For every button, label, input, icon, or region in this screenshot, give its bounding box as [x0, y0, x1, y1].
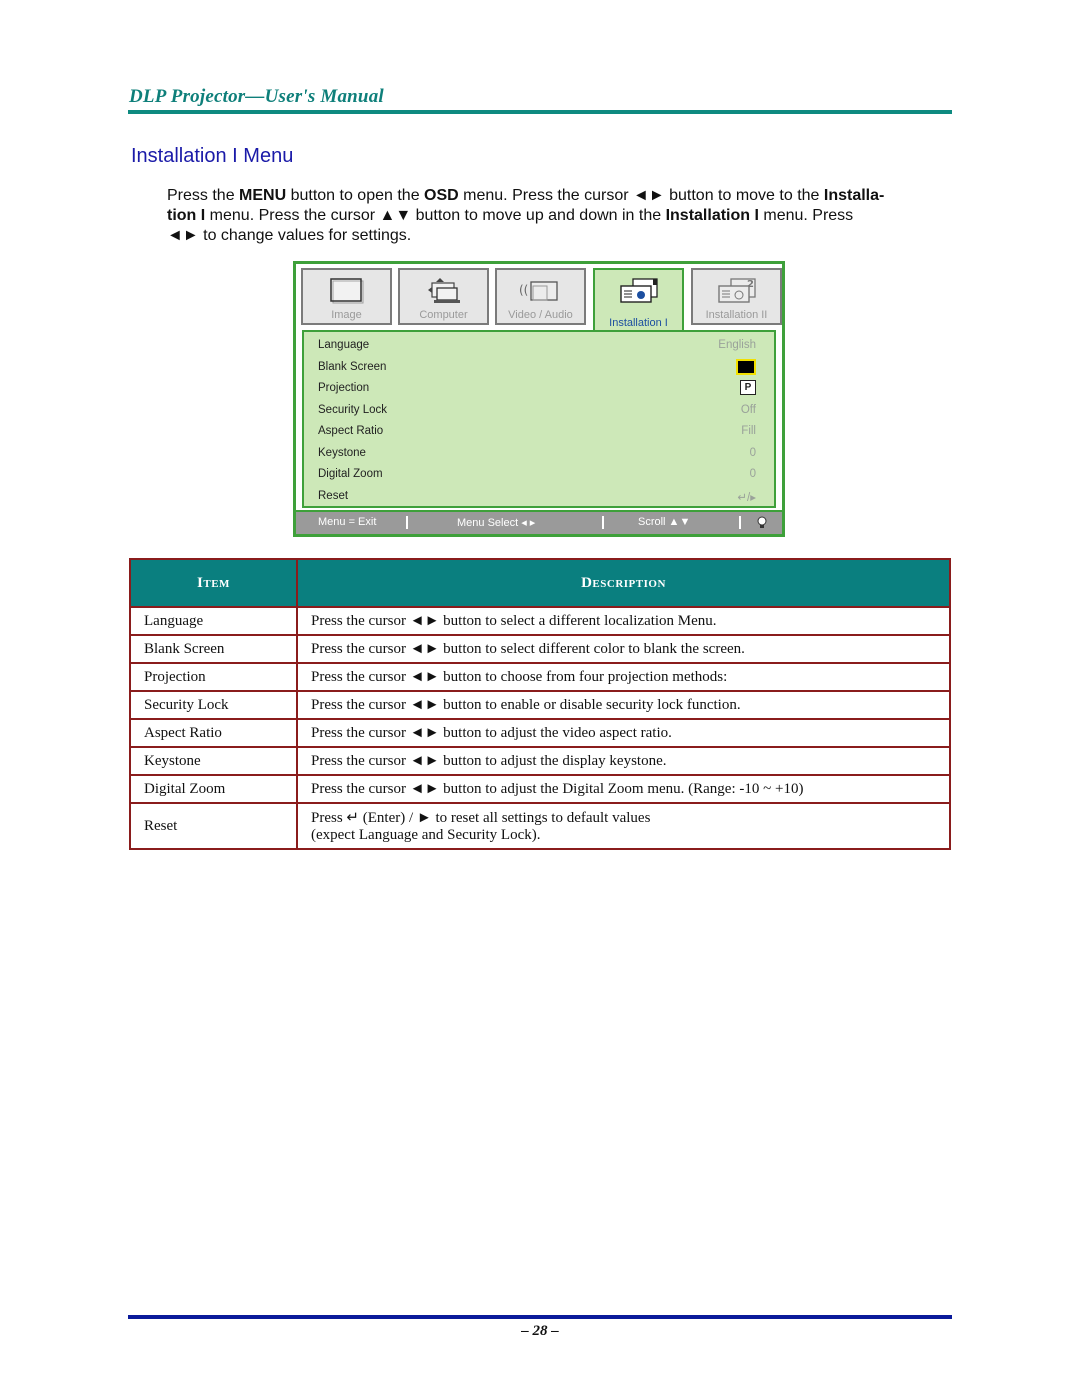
- table-row: Digital Zoom Press the cursor ◄► button …: [129, 774, 951, 804]
- intro-text: Press the: [167, 187, 240, 204]
- table-cell-item: Keystone: [129, 746, 298, 776]
- osd-tab-label: Installation I: [609, 317, 668, 329]
- osd-tab-video-audio[interactable]: (( Video / Audio: [495, 268, 586, 325]
- osd-footer-scroll-hint: Scroll ▲▼: [638, 516, 691, 528]
- computer-icon: [427, 278, 460, 303]
- footer-separator: [739, 516, 741, 529]
- section-title: Installation I Menu: [131, 145, 294, 167]
- table-cell-item: Reset: [129, 802, 298, 850]
- table-cell-description: Press the cursor ◄► button to select a d…: [296, 606, 951, 636]
- table-cell-item: Language: [129, 606, 298, 636]
- osd-tab-installation-i[interactable]: Installation I: [593, 268, 684, 331]
- footer-separator: [602, 516, 604, 529]
- blank-color-swatch: [736, 358, 756, 375]
- intro-text: menu. Press the cursor ◄► button to move…: [458, 187, 824, 204]
- osd-row-value: 0: [749, 446, 756, 459]
- osd-tab-label: Image: [331, 309, 362, 321]
- osd-footer-select-hint: Menu Select ◂ ▸: [457, 517, 536, 529]
- osd-row-value: Off: [740, 403, 756, 416]
- table-cell-item: Aspect Ratio: [129, 718, 298, 748]
- osd-row-projection[interactable]: Projection P: [318, 379, 756, 400]
- intro-bold-installation: Installation I: [665, 207, 759, 224]
- osd-row-value: 0: [749, 468, 756, 480]
- table-cell-description: Press the cursor ◄► button to select dif…: [296, 634, 951, 664]
- osd-tab-installation-ii[interactable]: 2 Installation II: [691, 268, 782, 325]
- projection-mode-icon: P: [740, 380, 756, 395]
- osd-row-value: English: [718, 339, 756, 351]
- reset-desc-line-1: Press ↵ (Enter) / ► to reset all setting…: [311, 810, 651, 826]
- table-cell-description: Press the cursor ◄► button to adjust the…: [296, 774, 951, 804]
- projector-icon: [619, 278, 658, 303]
- table-row: Security Lock Press the cursor ◄► button…: [129, 690, 951, 720]
- osd-row-label: Keystone: [318, 446, 366, 459]
- enter-arrow-icon: ↵/▸: [737, 491, 756, 504]
- osd-menu-screenshot: Image Computer (( Video / Audio Installa…: [293, 261, 785, 537]
- projector-2-icon: 2: [717, 278, 756, 303]
- table-header-row: Item Description: [129, 558, 951, 608]
- osd-tab-computer[interactable]: Computer: [398, 268, 489, 325]
- osd-row-digital-zoom[interactable]: Digital Zoom 0: [318, 465, 756, 486]
- table-cell-description: Press ↵ (Enter) / ► to reset all setting…: [296, 802, 951, 850]
- footer-separator: [406, 516, 408, 529]
- monitor-icon: [329, 278, 363, 304]
- intro-text: button to open the: [286, 187, 425, 204]
- osd-tab-label: Video / Audio: [508, 309, 573, 321]
- table-row: Language Press the cursor ◄► button to s…: [129, 606, 951, 636]
- table-row: Aspect Ratio Press the cursor ◄► button …: [129, 718, 951, 748]
- table-cell-description: Press the cursor ◄► button to enable or …: [296, 690, 951, 720]
- table-row: Keystone Press the cursor ◄► button to a…: [129, 746, 951, 776]
- osd-footer-bar: Menu = Exit Menu Select ◂ ▸ Scroll ▲▼: [296, 510, 782, 534]
- column-header-description: Description: [296, 558, 951, 608]
- table-cell-description: Press the cursor ◄► button to adjust the…: [296, 718, 951, 748]
- video-audio-icon: ((: [519, 281, 558, 301]
- intro-bold-menu: MENU: [239, 187, 287, 204]
- reset-desc-line-2: (expect Language and Security Lock).: [311, 827, 541, 843]
- osd-row-aspect-ratio[interactable]: Aspect Ratio Fill: [318, 422, 756, 443]
- intro-text: menu. Press the cursor ▲▼ button to move…: [205, 207, 666, 224]
- table-cell-description: Press the cursor ◄► button to choose fro…: [296, 662, 951, 692]
- osd-tab-label: Installation II: [705, 309, 768, 321]
- osd-row-label: Digital Zoom: [318, 468, 383, 480]
- table-cell-item: Projection: [129, 662, 298, 692]
- osd-row-label: Aspect Ratio: [318, 425, 384, 437]
- osd-row-keystone[interactable]: Keystone 0: [318, 444, 756, 465]
- lamp-icon: [757, 516, 767, 528]
- document-header-title: DLP Projector—User's Manual: [129, 86, 384, 107]
- osd-row-label: Language: [318, 339, 370, 351]
- osd-row-label: Security Lock: [318, 403, 388, 416]
- intro-paragraph: Press the MENU button to open the OSD me…: [167, 186, 957, 246]
- table-cell-item: Blank Screen: [129, 634, 298, 664]
- table-row: Projection Press the cursor ◄► button to…: [129, 662, 951, 692]
- osd-footer-exit-hint: Menu = Exit: [318, 516, 377, 528]
- osd-row-label: Blank Screen: [318, 360, 387, 373]
- osd-tab-label: Computer: [419, 309, 468, 321]
- osd-tab-bar: Image Computer (( Video / Audio Installa…: [301, 268, 782, 331]
- column-header-item: Item: [129, 558, 298, 608]
- osd-row-label: Reset: [318, 489, 349, 502]
- footer-divider: [128, 1315, 952, 1319]
- header-divider: [128, 110, 952, 114]
- osd-row-blank-screen[interactable]: Blank Screen: [318, 358, 756, 379]
- osd-row-label: Projection: [318, 382, 370, 394]
- item-description-table: Item Description Language Press the curs…: [129, 558, 951, 850]
- table-row: Reset Press ↵ (Enter) / ► to reset all s…: [129, 802, 951, 850]
- table-cell-item: Security Lock: [129, 690, 298, 720]
- osd-settings-panel: Language English Blank Screen Projection…: [302, 330, 776, 508]
- table-row: Blank Screen Press the cursor ◄► button …: [129, 634, 951, 664]
- table-cell-item: Digital Zoom: [129, 774, 298, 804]
- svg-text:((: ((: [519, 283, 528, 297]
- table-cell-description: Press the cursor ◄► button to adjust the…: [296, 746, 951, 776]
- page-number: – 28 –: [521, 1323, 559, 1339]
- osd-row-reset[interactable]: Reset ↵/▸: [318, 487, 756, 508]
- osd-row-security-lock[interactable]: Security Lock Off: [318, 401, 756, 422]
- osd-row-value: Fill: [741, 425, 756, 437]
- osd-tab-image[interactable]: Image: [301, 268, 392, 325]
- osd-row-language[interactable]: Language English: [318, 336, 756, 357]
- intro-bold-osd: OSD: [424, 187, 459, 204]
